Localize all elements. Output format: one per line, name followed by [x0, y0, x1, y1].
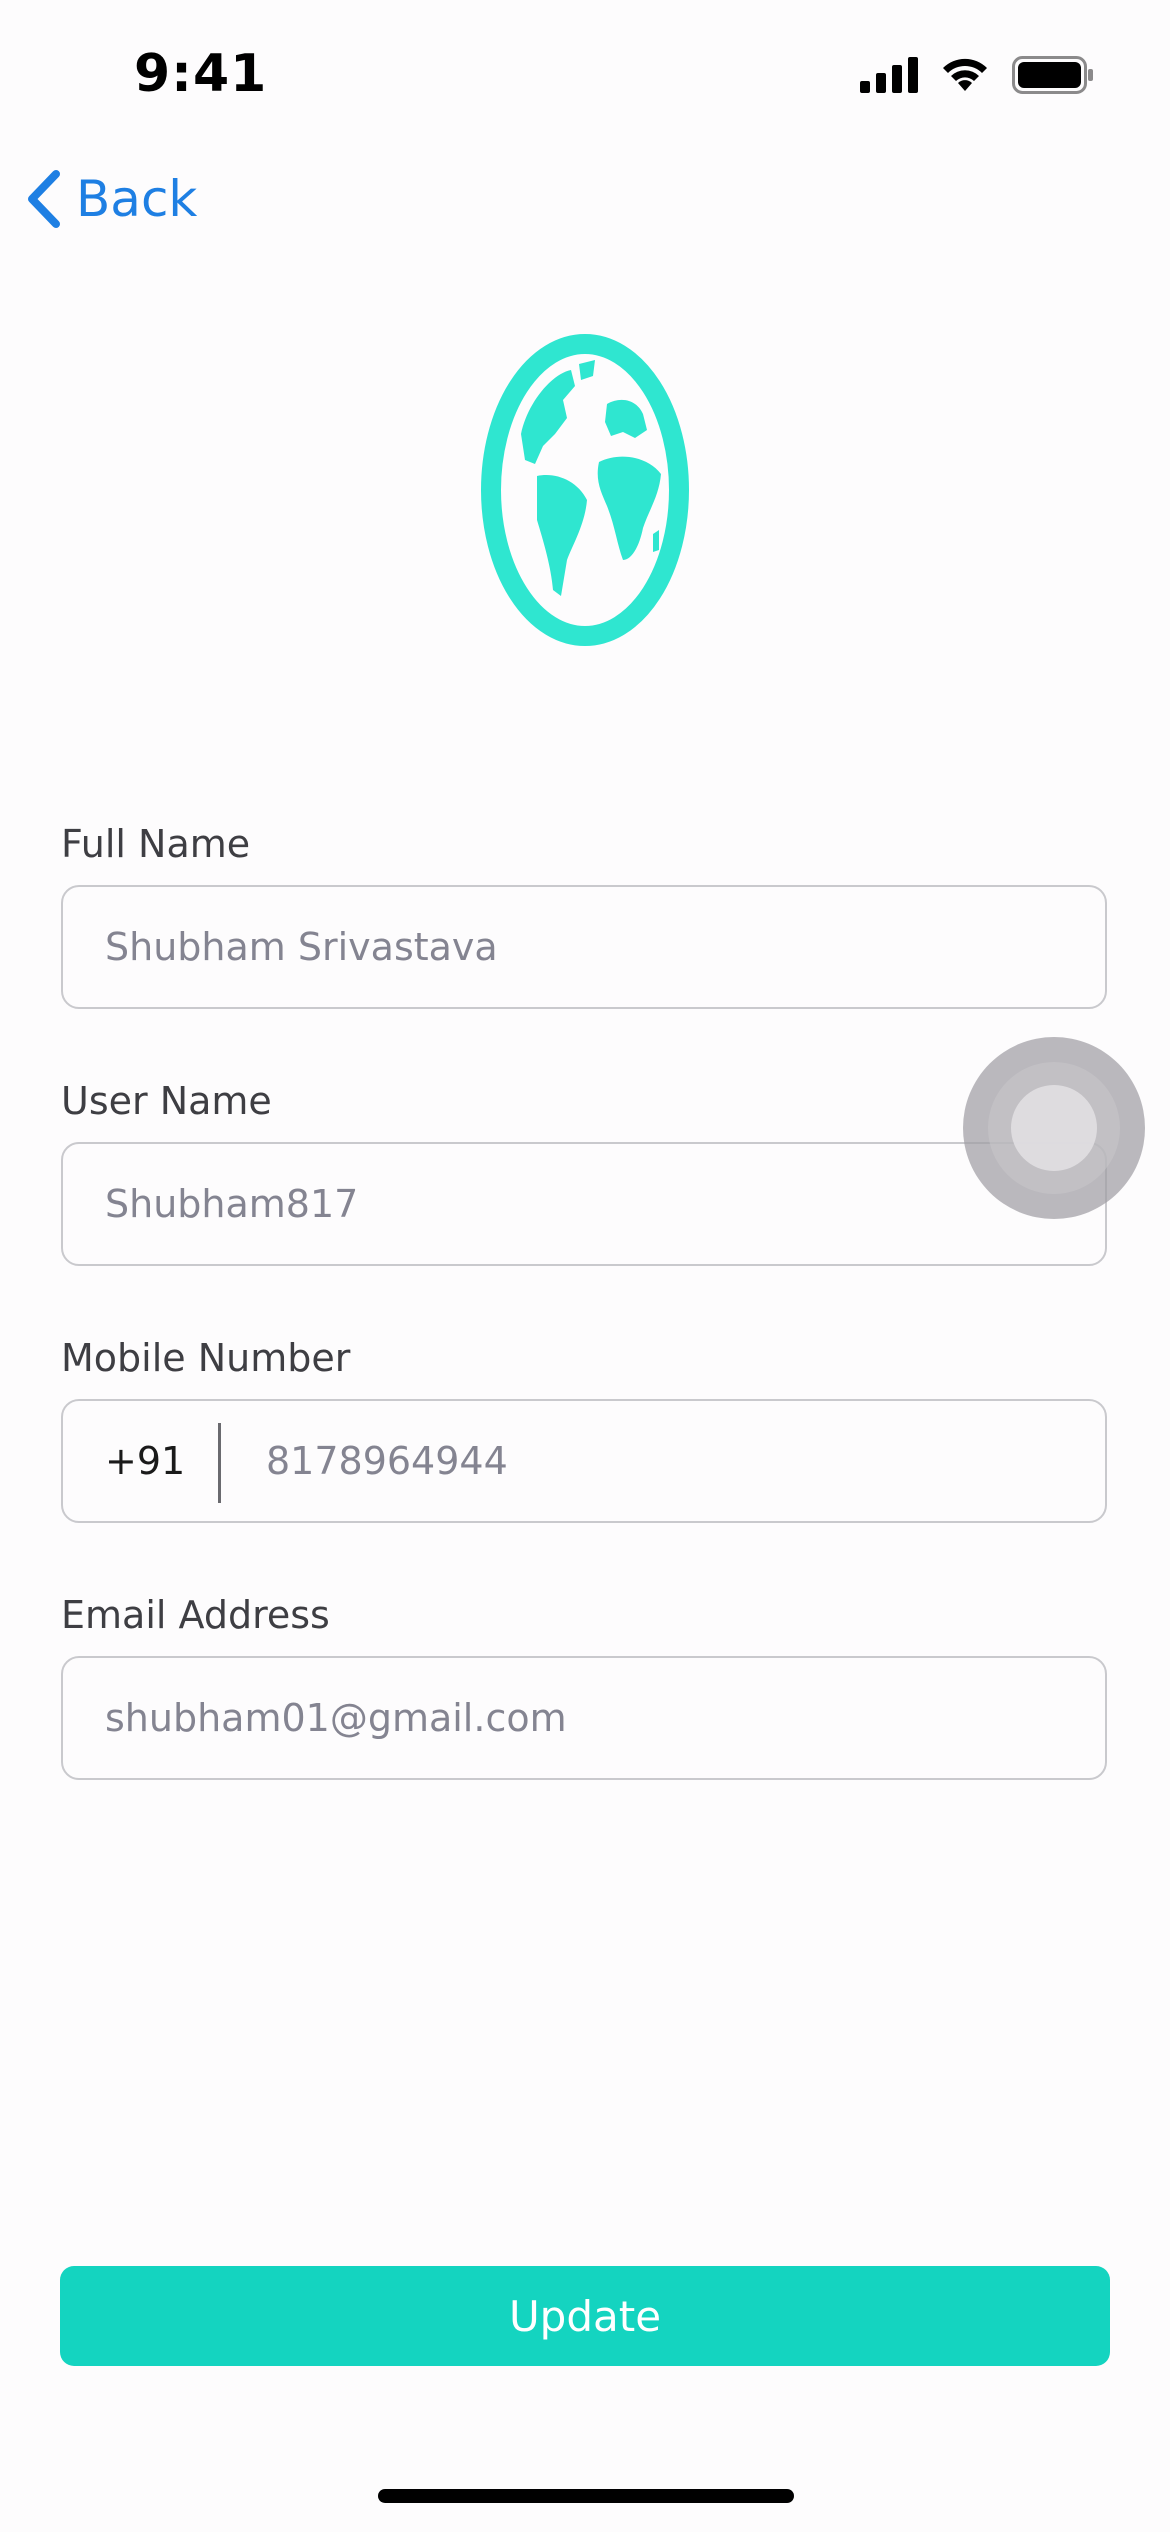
globe-logo — [481, 334, 689, 650]
full-name-field[interactable] — [61, 885, 1107, 1009]
globe-icon — [481, 334, 689, 646]
mobile-number-label: Mobile Number — [61, 1336, 351, 1380]
cellular-signal-icon — [860, 57, 918, 93]
touch-indicator — [963, 1037, 1145, 1219]
back-button[interactable]: Back — [26, 170, 197, 228]
home-indicator[interactable] — [378, 2489, 794, 2503]
mobile-number-field[interactable]: +91 — [61, 1399, 1107, 1523]
email-address-input[interactable] — [105, 1658, 1065, 1778]
back-label: Back — [76, 170, 198, 228]
wifi-icon — [943, 58, 987, 91]
full-name-input[interactable] — [105, 887, 1065, 1007]
email-address-label: Email Address — [61, 1593, 330, 1637]
country-code-divider — [218, 1423, 221, 1503]
user-name-label: User Name — [61, 1079, 272, 1123]
email-address-field[interactable] — [61, 1656, 1107, 1780]
user-name-field[interactable] — [61, 1142, 1107, 1266]
full-name-label: Full Name — [61, 822, 251, 866]
touch-indicator-center — [1011, 1085, 1097, 1171]
chevron-left-icon — [28, 170, 60, 228]
update-button[interactable]: Update — [60, 2266, 1110, 2366]
mobile-number-input[interactable] — [266, 1401, 1066, 1521]
user-name-input[interactable] — [105, 1144, 1065, 1264]
status-icons — [860, 56, 1094, 94]
status-time: 9:41 — [134, 44, 268, 104]
status-bar: 9:41 — [0, 0, 1170, 150]
country-code[interactable]: +91 — [105, 1401, 185, 1521]
battery-icon — [1012, 56, 1093, 94]
